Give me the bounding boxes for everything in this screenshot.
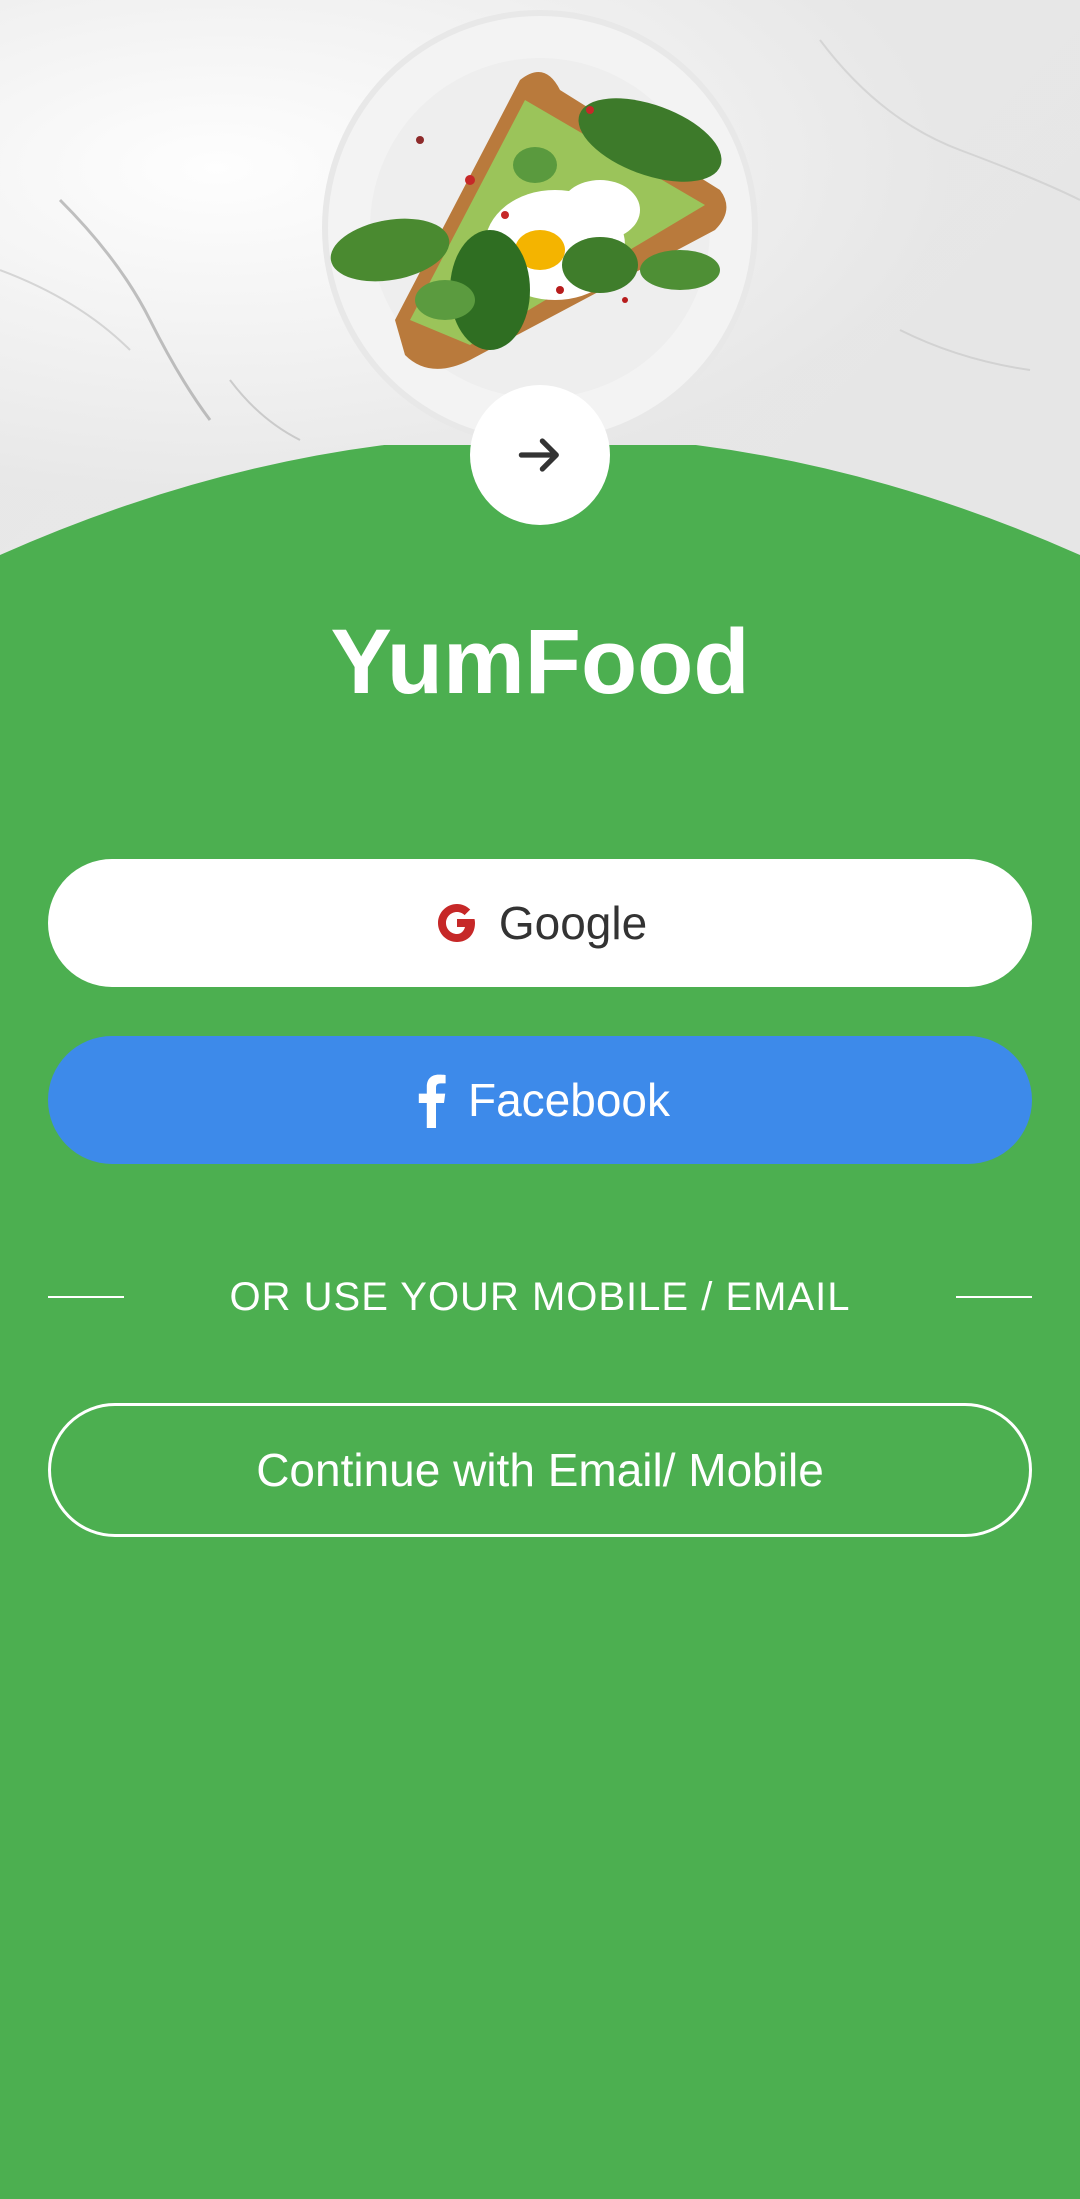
facebook-icon [410,1072,450,1128]
facebook-signin-button[interactable]: Facebook [48,1036,1032,1164]
google-icon [433,899,481,947]
divider-text: OR USE YOUR MOBILE / EMAIL [229,1274,851,1319]
app-title: YumFood [330,611,750,713]
google-button-label: Google [498,897,648,949]
facebook-button-label: Facebook [467,1074,670,1126]
google-signin-button[interactable]: Google [48,859,1032,987]
email-button-label: Continue with Email/ Mobile [256,1444,824,1496]
arrow-right-icon [518,438,559,472]
continue-email-mobile-button[interactable]: Continue with Email/ Mobile [48,1403,1032,1537]
or-divider: OR USE YOUR MOBILE / EMAIL [48,1272,1032,1322]
divider-line-left [48,1296,124,1298]
next-button[interactable] [470,385,610,525]
divider-line-right [956,1296,1032,1298]
